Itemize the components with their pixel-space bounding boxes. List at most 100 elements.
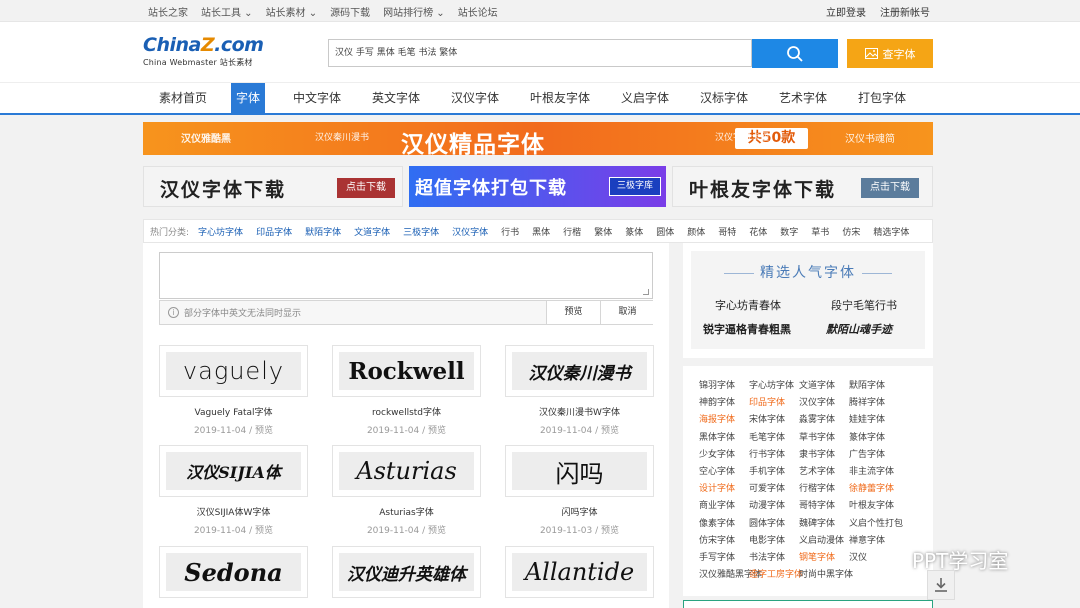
hot-cat-wendao[interactable]: 文道字体	[354, 225, 390, 238]
hot-cat-yuanti[interactable]: 圆体	[656, 225, 674, 238]
nav-chinese-fonts[interactable]: 中文字体	[288, 83, 346, 114]
font-category-link[interactable]: 钢笔字体	[799, 550, 849, 567]
font-category-link[interactable]: 艺术字体	[799, 464, 849, 481]
hot-cat-heiti[interactable]: 黑体	[532, 225, 550, 238]
font-category-link[interactable]: 锦羽字体	[699, 378, 749, 395]
hot-cat-fangsong[interactable]: 仿宋	[842, 225, 860, 238]
hot-cat-shuzi[interactable]: 数字	[780, 225, 798, 238]
nav-fonts[interactable]: 字体	[231, 83, 266, 114]
font-category-link[interactable]: 非主流字体	[849, 464, 901, 481]
font-category-link[interactable]: 神韵字体	[699, 395, 749, 412]
font-name[interactable]: 闪吗字体	[505, 505, 654, 518]
font-card[interactable]: 汉仪秦川漫书 汉仪秦川漫书W字体 2019-11-04 / 预览	[505, 345, 654, 436]
font-category-link[interactable]: 行楷字体	[799, 481, 849, 498]
font-category-link[interactable]: 电影字体	[749, 533, 799, 550]
nav-bundle-fonts[interactable]: 打包字体	[853, 83, 911, 114]
font-card[interactable]: vaguely Vaguely Fatal字体 2019-11-04 / 预览	[159, 345, 308, 436]
featured-font-link[interactable]: 锐字逼格青春粗黑	[703, 321, 791, 337]
nav-hanyi-fonts[interactable]: 汉仪字体	[446, 83, 504, 114]
top-link-chinaz[interactable]: 站长之家	[148, 4, 188, 19]
top-link-source[interactable]: 源码下载	[330, 4, 370, 19]
font-category-link[interactable]: 徐静蕾字体	[849, 481, 901, 498]
hot-cat-momo[interactable]: 默陌字体	[305, 225, 341, 238]
font-preview-link[interactable]: 预览	[255, 526, 273, 536]
logo[interactable]: ChinaZ.com China Webmaster 站长素材	[143, 34, 268, 70]
font-category-link[interactable]: 空心字体	[699, 464, 749, 481]
featured-font-link[interactable]: 段宁毛笔行书	[831, 297, 897, 313]
nav-yiqi-fonts[interactable]: 义启字体	[616, 83, 674, 114]
featured-font-link[interactable]: 默陌山魂手迹	[826, 321, 892, 337]
featured-font-link[interactable]: 字心坊青春体	[715, 297, 781, 313]
preview-text-input[interactable]	[159, 252, 653, 299]
font-category-link[interactable]: 默陌字体	[849, 378, 901, 395]
font-category-link[interactable]: 造字工房字体	[749, 567, 803, 584]
font-category-link[interactable]: 可爱字体	[749, 481, 799, 498]
font-name[interactable]: 汉仪秦川漫书W字体	[505, 405, 654, 418]
font-category-link[interactable]: 书法字体	[749, 550, 799, 567]
top-link-tools[interactable]: 站长工具 ⌄	[201, 4, 253, 19]
font-card[interactable]: Sedona	[159, 546, 308, 598]
nav-yegenyou-fonts[interactable]: 叶根友字体	[525, 83, 595, 114]
hot-cat-xingshu[interactable]: 行书	[501, 225, 519, 238]
preview-button[interactable]: 预览	[546, 301, 600, 324]
font-category-link[interactable]: 时尚中黑字体	[799, 567, 853, 584]
hot-cat-huati[interactable]: 花体	[749, 225, 767, 238]
nav-english-fonts[interactable]: 英文字体	[367, 83, 425, 114]
font-category-link[interactable]: 义启动漫体	[799, 533, 849, 550]
font-category-link[interactable]: 腾祥字体	[849, 395, 901, 412]
font-category-link[interactable]: 广告字体	[849, 447, 901, 464]
font-category-link[interactable]: 黑体字体	[699, 430, 749, 447]
font-category-link[interactable]: 汉仪字体	[799, 395, 849, 412]
font-category-link[interactable]: 哥特字体	[799, 498, 849, 515]
cancel-button[interactable]: 取消	[600, 301, 654, 324]
top-link-forum[interactable]: 站长论坛	[458, 4, 498, 19]
top-link-materials[interactable]: 站长素材 ⌄	[266, 4, 318, 19]
banner-hanyi-download[interactable]: 汉仪字体下载 点击下载	[143, 166, 403, 207]
font-category-link[interactable]: 毛笔字体	[749, 430, 799, 447]
font-category-link[interactable]: 淼雾字体	[799, 412, 849, 429]
top-link-ranking[interactable]: 网站排行榜 ⌄	[383, 4, 445, 19]
font-preview-link[interactable]: 预览	[255, 426, 273, 436]
hot-cat-hanyi[interactable]: 汉仪字体	[452, 225, 488, 238]
font-name[interactable]: rockwellstd字体	[332, 405, 481, 418]
font-category-link[interactable]: 草书字体	[799, 430, 849, 447]
font-category-link[interactable]: 宋体字体	[749, 412, 799, 429]
hot-cat-zixinfang[interactable]: 字心坊字体	[198, 225, 243, 238]
hot-cat-yanti[interactable]: 颜体	[687, 225, 705, 238]
resize-grip-icon[interactable]	[643, 289, 649, 295]
font-category-link[interactable]: 汉仪雅酷黑字体	[699, 567, 762, 584]
hot-cat-fanti[interactable]: 繁体	[594, 225, 612, 238]
register-link[interactable]: 注册新帐号	[880, 4, 930, 19]
font-preview-link[interactable]: 预览	[601, 526, 619, 536]
font-category-link[interactable]: 篆体字体	[849, 430, 901, 447]
query-font-button[interactable]: 查字体	[847, 39, 933, 68]
font-preview-link[interactable]: 预览	[601, 426, 619, 436]
font-category-link[interactable]: 圆体字体	[749, 516, 799, 533]
banner-yegenyou-button[interactable]: 点击下载	[861, 178, 919, 198]
font-card[interactable]: 汉仪SIJIA体 汉仪SIJIA体W字体 2019-11-04 / 预览	[159, 445, 308, 536]
font-category-link[interactable]: 手写字体	[699, 550, 749, 567]
download-button[interactable]	[927, 570, 955, 600]
font-category-link[interactable]: 娃娃字体	[849, 412, 901, 429]
font-category-link[interactable]: 字心坊字体	[749, 378, 799, 395]
banner-bundle-download[interactable]: 超值字体打包下载 三极字库	[409, 166, 666, 207]
banner-yegenyou-download[interactable]: 叶根友字体下载 点击下载	[672, 166, 933, 207]
hot-cat-sanji[interactable]: 三极字体	[403, 225, 439, 238]
font-card[interactable]: 闪吗 闪吗字体 2019-11-03 / 预览	[505, 445, 654, 536]
hot-cat-caoshu[interactable]: 草书	[811, 225, 829, 238]
banner-hanyi-download-button[interactable]: 点击下载	[337, 178, 395, 198]
font-name[interactable]: 汉仪SIJIA体W字体	[159, 505, 308, 518]
hot-cat-yinpin[interactable]: 印品字体	[256, 225, 292, 238]
font-name[interactable]: Vaguely Fatal字体	[159, 405, 308, 418]
banner-hanyi-fonts[interactable]: 汉仪雅酷黑 汉仪秦川漫书 汉仪精品字体 共50款 汉仪字研卡通 汉仪书魂简	[143, 122, 933, 155]
font-card[interactable]: 汉仪迪升英雄体	[332, 546, 481, 598]
font-category-link[interactable]: 商业字体	[699, 498, 749, 515]
font-preview-link[interactable]: 预览	[428, 526, 446, 536]
font-category-link[interactable]: 文道字体	[799, 378, 849, 395]
font-category-link[interactable]: 动漫字体	[749, 498, 799, 515]
font-category-link[interactable]: 隶书字体	[799, 447, 849, 464]
font-card[interactable]: Asturias Asturias字体 2019-11-04 / 预览	[332, 445, 481, 536]
font-category-link[interactable]: 行书字体	[749, 447, 799, 464]
font-category-link[interactable]: 手机字体	[749, 464, 799, 481]
font-card[interactable]: Rockwell rockwellstd字体 2019-11-04 / 预览	[332, 345, 481, 436]
